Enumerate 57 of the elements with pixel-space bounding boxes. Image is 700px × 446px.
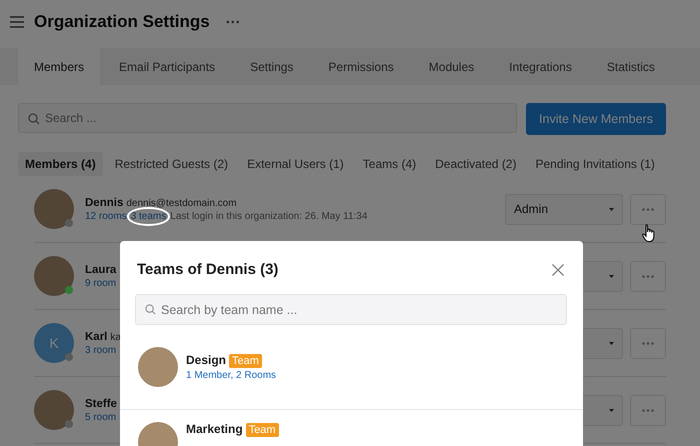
more-button[interactable] (630, 394, 666, 426)
more-icon (642, 342, 654, 344)
filter-tab[interactable]: Teams (4) (356, 152, 424, 176)
tab[interactable]: Settings (234, 48, 310, 85)
member-email: dennis@testdomain.com (126, 198, 237, 208)
filter-tab[interactable]: Deactivated (2) (428, 152, 524, 176)
team-name: Marketing (186, 422, 243, 436)
member-name: Laura (85, 264, 116, 276)
filter-tab[interactable]: Pending Invitations (1) (528, 152, 662, 176)
filter-tab[interactable]: External Users (1) (240, 152, 351, 176)
search-field[interactable]: Search ... (18, 103, 517, 133)
caret-icon (609, 208, 614, 210)
member-name: Dennis (85, 196, 124, 208)
last-login-text: Last login in this organization: 26. May 11:34 (170, 210, 368, 222)
team-details: 1 Member, 2 Rooms (186, 370, 276, 381)
team-badge: Team (246, 423, 279, 437)
avatar-photo-placeholder (34, 189, 74, 229)
caret-icon (609, 342, 614, 344)
filter-tab[interactable]: Members (4) (18, 152, 103, 176)
member-name: Steffe (85, 398, 117, 410)
member-email: ka (110, 332, 121, 342)
tab[interactable]: Members (18, 48, 100, 85)
tab[interactable]: Email Participants (103, 48, 232, 85)
rooms-link[interactable]: 9 room (85, 278, 116, 288)
team-badge: Team (229, 354, 262, 368)
team-search-field[interactable]: Search by team name ... (135, 294, 567, 325)
tab[interactable]: Permissions (312, 48, 410, 85)
rooms-link[interactable]: 3 room (85, 344, 116, 356)
dialog-title: Teams of Dennis (3) (137, 261, 278, 278)
team-name: Design (186, 353, 226, 367)
invite-button[interactable]: Invite New Members (526, 103, 666, 135)
tab[interactable]: Modules (412, 48, 490, 85)
close-icon[interactable] (552, 264, 564, 276)
role-select[interactable]: Admin (505, 194, 623, 224)
avatar-photo-placeholder (34, 390, 74, 430)
more-button[interactable] (630, 328, 666, 358)
team-avatar-photo-placeholder (138, 347, 178, 387)
teams-link[interactable]: 3 teams (130, 210, 166, 222)
member-name: Karl (85, 330, 108, 342)
caret-icon (609, 274, 614, 278)
more-button[interactable]: ··· (220, 14, 247, 30)
tab[interactable]: Statistics (590, 48, 671, 85)
avatar-photo-placeholder (34, 256, 74, 296)
more-icon (642, 208, 654, 210)
hand-cursor-icon (642, 224, 656, 243)
page-title: Organization Settings (34, 12, 210, 32)
more-button[interactable] (630, 260, 666, 292)
more-icon (642, 408, 654, 412)
more-icon (642, 274, 654, 278)
menu-icon[interactable] (10, 16, 24, 28)
caret-icon (609, 408, 614, 412)
tab[interactable]: Integrations (493, 48, 588, 85)
filter-tab[interactable]: Restricted Guests (2) (108, 152, 236, 176)
rooms-link[interactable]: 5 room (85, 412, 116, 422)
rooms-link[interactable]: 12 rooms (85, 210, 127, 222)
more-button[interactable] (630, 194, 666, 224)
initial-avatar: K (34, 323, 74, 363)
